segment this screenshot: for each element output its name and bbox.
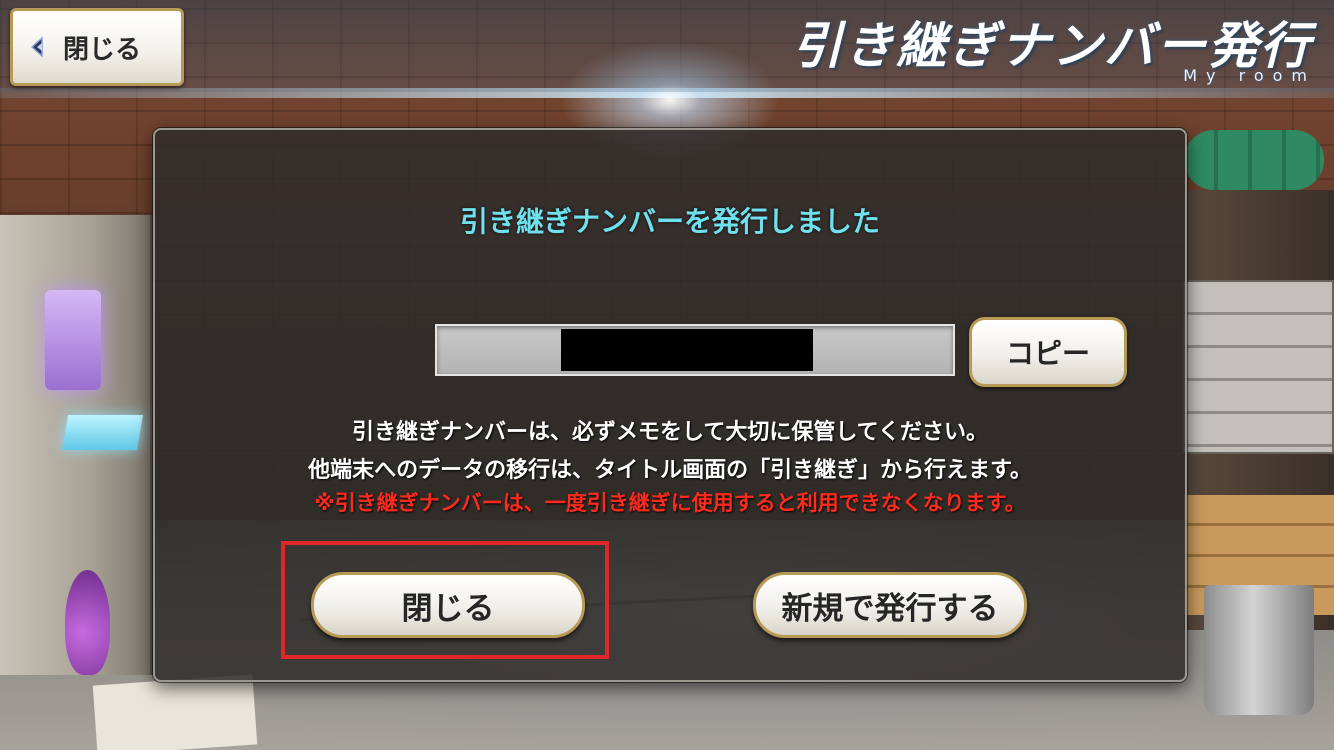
scattered-papers — [92, 674, 258, 750]
metal-cabinet — [1182, 280, 1334, 454]
machine-glow-panel — [45, 290, 101, 390]
notice-line-2: 他端末へのデータの移行は、タイトル画面の「引き継ぎ」から行えます。 — [308, 458, 1032, 483]
machine-screen — [61, 415, 144, 450]
purple-bottle — [65, 570, 110, 675]
back-button-label: 閉じる — [63, 34, 142, 65]
transfer-number-field[interactable] — [435, 324, 955, 376]
dialog-title: 引き継ぎナンバーを発行しました — [459, 205, 880, 238]
warning-line: ※引き継ぎナンバーは、一度引き継ぎに使用すると利用できなくなります。 — [314, 491, 1026, 515]
page-subtitle: My room — [1183, 66, 1316, 85]
back-button[interactable]: 閉じる — [10, 8, 184, 86]
close-button[interactable]: 閉じる — [311, 572, 585, 638]
metal-bucket — [1204, 585, 1314, 715]
copy-button[interactable]: コピー — [969, 317, 1127, 387]
back-arrow-icon — [27, 34, 53, 60]
notice-line-1: 引き継ぎナンバーは、必ずメモをして大切に保管してください。 — [351, 420, 989, 445]
redaction-mask — [561, 329, 813, 371]
new-issue-button[interactable]: 新規で発行する — [753, 572, 1027, 638]
transfer-number-dialog: 引き継ぎナンバーを発行しました コピー 引き継ぎナンバーは、必ずメモをして大切に… — [153, 128, 1187, 682]
green-mat-roll — [1184, 130, 1324, 190]
